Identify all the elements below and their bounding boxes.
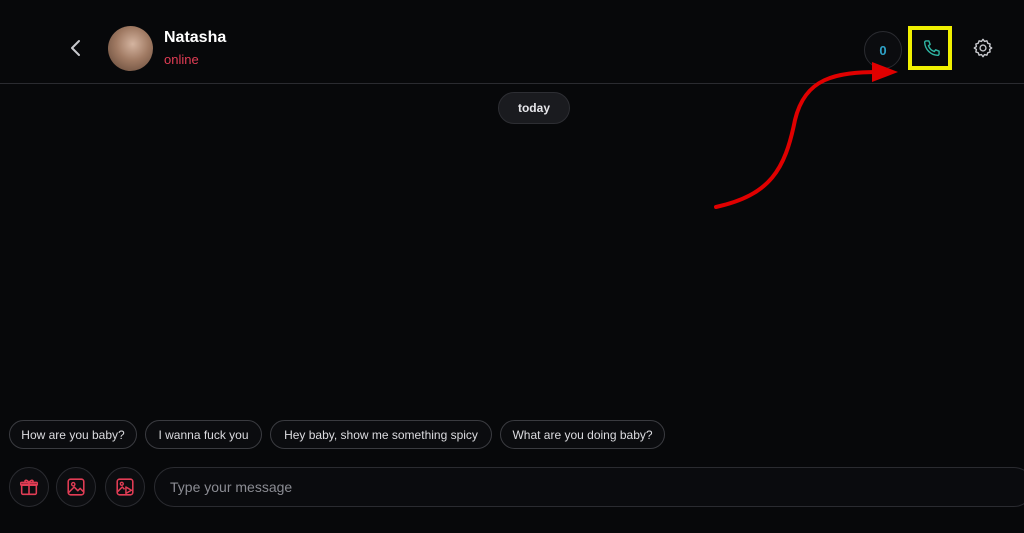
counter-value: 0	[879, 42, 887, 58]
avatar[interactable]	[108, 26, 153, 71]
date-separator-label: today	[517, 101, 550, 115]
message-counter[interactable]: 0	[864, 31, 902, 69]
date-separator: today	[498, 92, 570, 124]
image-icon	[67, 478, 85, 496]
quick-reply-chip[interactable]: How are you baby?	[9, 420, 137, 449]
send-image-button[interactable]	[56, 467, 96, 507]
contact-name: Natasha	[164, 29, 227, 46]
call-button[interactable]	[915, 31, 949, 65]
chevron-left-icon	[71, 40, 80, 56]
phone-icon	[923, 40, 940, 57]
gift-icon	[19, 479, 39, 496]
send-video-button[interactable]	[105, 467, 145, 507]
back-button[interactable]	[64, 34, 88, 62]
contact-status: online	[164, 52, 199, 67]
quick-reply-chip[interactable]: I wanna fuck you	[145, 420, 262, 449]
settings-button[interactable]	[969, 34, 997, 62]
gift-button[interactable]	[9, 467, 49, 507]
quick-reply-chip[interactable]: Hey baby, show me something spicy	[270, 420, 492, 449]
chat-header: Natasha online 0	[0, 0, 1024, 84]
gear-icon	[973, 38, 993, 58]
message-input[interactable]	[154, 467, 1024, 507]
quick-reply-chip[interactable]: What are you doing baby?	[500, 420, 665, 449]
video-icon	[116, 478, 134, 496]
